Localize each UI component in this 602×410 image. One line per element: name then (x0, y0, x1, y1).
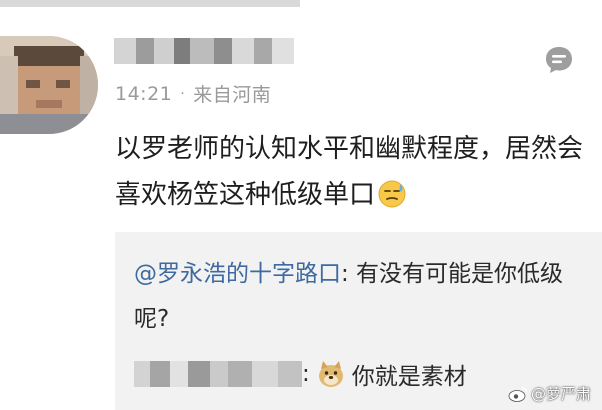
comment-bubble-icon[interactable] (543, 44, 575, 76)
post-text: 以罗老师的认知水平和幽默程度，居然会喜欢杨笠这种低级单口 (115, 134, 584, 210)
top-edge-bar (0, 0, 300, 7)
username-blurred[interactable] (114, 38, 294, 64)
reply-text: 你就是素材 (351, 364, 467, 390)
post-meta: 14:21 · 来自河南 (115, 80, 271, 107)
avatar[interactable] (0, 36, 98, 134)
watermark: @萝严肃 (508, 383, 591, 404)
post-content: 以罗老师的认知水平和幽默程度，居然会喜欢杨笠这种低级单口 (115, 126, 595, 218)
reply-colon: : (302, 361, 310, 387)
post-location: 来自河南 (193, 84, 272, 106)
quote-text: @罗永浩的十字路口: 有没有可能是你低级呢? (134, 252, 594, 342)
post-time: 14:21 (115, 82, 173, 105)
meta-separator: · (180, 85, 186, 102)
reply-line: : 你就是素材 (134, 357, 467, 391)
watermark-text: @萝严肃 (531, 385, 592, 403)
doge-emoji-icon (318, 361, 343, 387)
mention-link[interactable]: @罗永浩的十字路口 (134, 261, 341, 287)
sweat-emoji-icon (378, 180, 406, 208)
reply-username-blurred[interactable] (134, 361, 302, 387)
weibo-logo-icon (508, 386, 528, 402)
